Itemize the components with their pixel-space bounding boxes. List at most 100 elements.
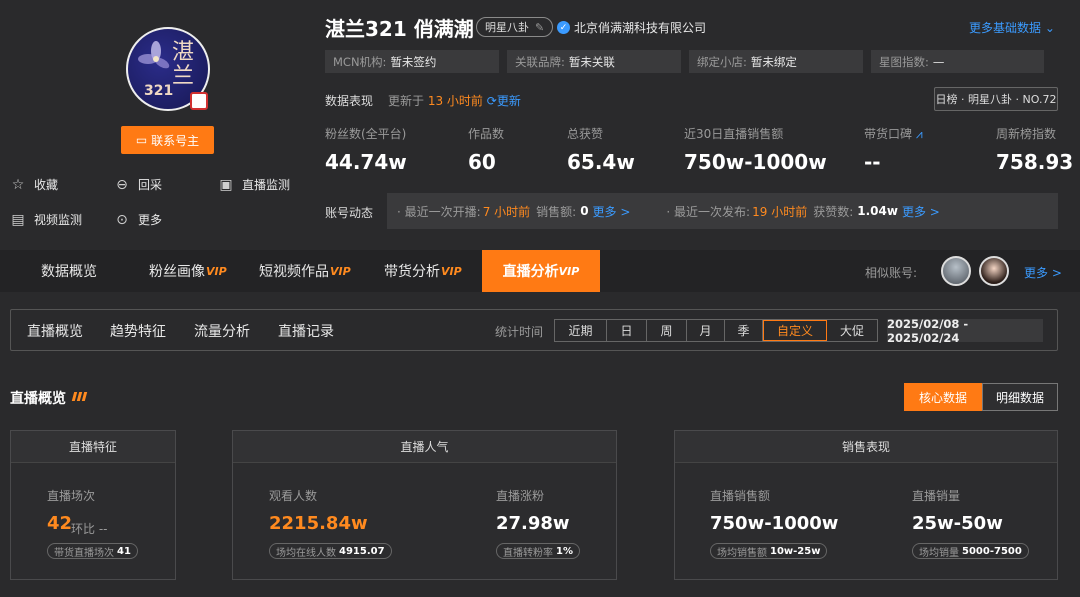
similar-account-avatar[interactable] (979, 256, 1009, 286)
period-promo[interactable]: 大促 (827, 320, 877, 341)
qr-code-icon[interactable] (190, 92, 208, 110)
tab-goods-label: 带货分析 (384, 264, 440, 280)
pill-value: 1% (556, 545, 573, 557)
stat-label-weekly-index: 周新榜指数 (996, 127, 1057, 141)
performance-label: 数据表现 (325, 94, 374, 108)
tab-goods[interactable]: 带货分析 VIP (384, 250, 462, 292)
avg-online-pill: 场均在线人数 4915.07 (269, 543, 392, 559)
detail-data-button[interactable]: 明细数据 (982, 383, 1058, 411)
favorite-label: 收藏 (34, 178, 59, 192)
viewers-value: 2215.84w (269, 513, 368, 534)
tab-overview-label: 数据概览 (41, 264, 97, 280)
brand-label: 关联品牌: (515, 54, 565, 69)
tab-overview[interactable]: 数据概览 (41, 250, 97, 292)
period-month[interactable]: 月 (687, 320, 725, 341)
more-actions-button[interactable]: ⊙ 更多 (114, 211, 162, 228)
subtab-trend[interactable]: 趋势特征 (110, 321, 166, 341)
live-sessions-label: 直播场次 (47, 489, 96, 503)
ratio-label: 环比 -- (71, 522, 108, 536)
vip-badge: VIP (330, 264, 351, 278)
similar-account-avatar[interactable] (941, 256, 971, 286)
update-info: 更新于 13 小时前 ⟳更新 (388, 92, 521, 109)
subtab-live-overview[interactable]: 直播概览 (27, 321, 83, 341)
chat-icon: ▭ (135, 133, 148, 147)
tab-videos[interactable]: 短视频作品 VIP (259, 250, 351, 292)
trend-chart-icon[interactable]: ⩘ (916, 127, 923, 141)
contact-owner-label: 联系号主 (151, 133, 200, 148)
last-live-label: · 最近一次开播: (397, 204, 481, 219)
publish-more-link[interactable]: 更多 > (902, 203, 940, 220)
similar-more-link[interactable]: 更多 > (1024, 264, 1062, 281)
sales-performance-card: 销售表现 直播销售额 750w-1000w 场均销售额 10w-25w 直播销量 … (674, 430, 1058, 580)
live-feature-card: 直播特征 直播场次 42 环比 -- 带货直播场次 41 (10, 430, 176, 580)
likes-value: 1.04w (857, 204, 898, 218)
pill-value: 10w-25w (770, 545, 821, 557)
pill-value: 4915.07 (339, 545, 385, 557)
stat-value-fans: 44.74w (325, 150, 407, 174)
refresh-icon: ⟳ (486, 94, 497, 108)
favorite-button[interactable]: ☆ 收藏 (10, 176, 58, 193)
star-index-label: 星图指数: (879, 54, 929, 69)
video-monitor-label: 视频监测 (34, 213, 83, 227)
chevron-down-icon: ⌄ (1044, 21, 1055, 35)
shop-info: 绑定小店: 暂未绑定 (689, 50, 863, 73)
dynamics-label: 账号动态 (325, 206, 374, 220)
pill-label: 直播转粉率 (503, 547, 553, 559)
video-icon: ▤ (11, 211, 25, 228)
stat-value-reputation: -- (864, 150, 881, 174)
live-popularity-card: 直播人气 观看人数 2215.84w 场均在线人数 4915.07 直播涨粉 27… (232, 430, 617, 580)
conversion-pill: 直播转粉率 1% (496, 543, 580, 559)
period-quarter[interactable]: 季 (725, 320, 763, 341)
contact-owner-button[interactable]: ▭ 联系号主 (121, 126, 214, 154)
date-range-picker[interactable]: 2025/02/08 - 2025/02/24 (887, 317, 1043, 345)
star-index-value: — (932, 54, 945, 69)
mcn-value: 暂未签约 (390, 54, 437, 69)
overview-title: 直播概览 (10, 391, 66, 407)
live-monitor-button[interactable]: ▣ 直播监测 (218, 176, 290, 193)
recollect-label: 回采 (138, 178, 163, 192)
tab-live-analysis[interactable]: 直播分析 VIP (482, 250, 600, 292)
more-icon: ⊙ (116, 211, 128, 228)
period-recent[interactable]: 近期 (555, 320, 607, 341)
update-button-label: 更新 (496, 94, 521, 108)
fans-gain-value: 27.98w (496, 513, 570, 534)
stat-value-live-sales: 750w-1000w (684, 150, 827, 174)
pill-label: 带货直播场次 (54, 547, 114, 559)
company-name: 北京俏满潮科技有限公司 (574, 21, 707, 35)
shop-label: 绑定小店: (697, 54, 747, 69)
update-prefix: 更新于 (388, 94, 425, 108)
pill-label: 场均销售额 (717, 547, 767, 559)
live-sales-label: 直播销售额 (710, 489, 771, 503)
avatar-number: 321 (144, 83, 174, 99)
period-week[interactable]: 周 (647, 320, 687, 341)
update-button[interactable]: ⟳更新 (487, 94, 521, 108)
update-time: 13 小时前 (427, 94, 483, 108)
tab-videos-label: 短视频作品 (259, 264, 329, 280)
pill-value: 41 (117, 545, 131, 557)
period-custom[interactable]: 自定义 (763, 320, 827, 341)
pill-value: 5000-7500 (962, 545, 1022, 557)
subtab-records[interactable]: 直播记录 (278, 321, 334, 341)
live-sales-value: 750w-1000w (710, 513, 839, 534)
tab-pointer (654, 292, 670, 300)
brand-value: 暂未关联 (568, 54, 615, 69)
subtab-traffic[interactable]: 流量分析 (194, 321, 250, 341)
last-publish-time: 19 小时前 (752, 204, 808, 219)
mcn-info: MCN机构: 暂未签约 (325, 50, 499, 73)
category-tag[interactable]: 明星八卦 ✎ (476, 17, 554, 37)
tab-fans[interactable]: 粉丝画像 VIP (149, 250, 227, 292)
last-publish-label: · 最近一次发布: (666, 204, 751, 219)
pill-label: 场均在线人数 (276, 547, 336, 559)
similar-accounts-label: 相似账号: (865, 266, 918, 280)
rank-badge[interactable]: 日榜 · 明星八卦 · NO.72 (934, 87, 1058, 111)
live-more-link[interactable]: 更多 > (593, 203, 631, 220)
video-monitor-button[interactable]: ▤ 视频监测 (10, 211, 82, 228)
recollect-button[interactable]: ⊖ 回采 (114, 176, 162, 193)
avatar-text: 湛兰 (172, 40, 195, 89)
period-day[interactable]: 日 (607, 320, 647, 341)
card-title: 销售表现 (675, 431, 1057, 463)
core-data-button[interactable]: 核心数据 (904, 383, 982, 411)
more-basic-data-link[interactable]: 更多基础数据 ⌄ (969, 19, 1055, 36)
period-label: 统计时间 (495, 325, 544, 339)
star-index-info: 星图指数: — (871, 50, 1044, 73)
